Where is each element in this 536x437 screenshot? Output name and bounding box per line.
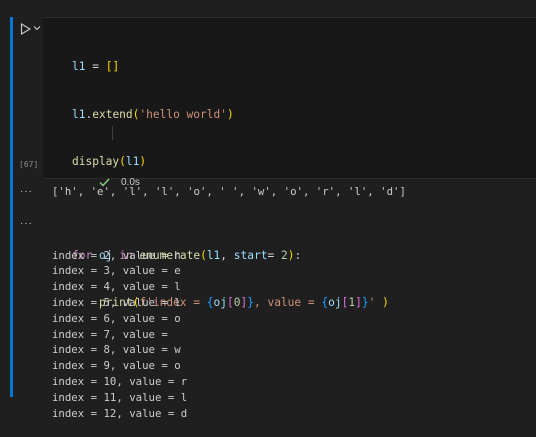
output-line: index = 6, value = o xyxy=(52,311,181,325)
code-token: = xyxy=(267,248,281,262)
code-token: l1 xyxy=(206,248,221,262)
code-token: extend xyxy=(92,107,133,121)
top-strip xyxy=(0,0,536,17)
code-token: , xyxy=(220,248,234,262)
play-icon xyxy=(20,23,31,35)
code-token: ( xyxy=(200,248,207,262)
output-line: index = 11, value = l xyxy=(52,390,188,404)
code-token: ] xyxy=(355,295,362,309)
code-token: oj xyxy=(213,295,227,309)
code-token: { xyxy=(206,295,214,309)
output-line: index = 12, value = d xyxy=(52,406,188,420)
code-line[interactable]: display(l1) xyxy=(72,154,389,170)
code-token: [ xyxy=(226,295,234,309)
output-line: index = 4, value = l xyxy=(52,280,181,294)
code-token: display xyxy=(72,154,120,168)
code-token: ) xyxy=(226,107,234,121)
output-line: index = 10, value = r xyxy=(52,374,188,388)
code-token: ) xyxy=(382,295,389,309)
code-line[interactable]: l1 = [] xyxy=(72,59,389,75)
code-token: = xyxy=(85,60,106,74)
code-token: 'hello world' xyxy=(139,107,227,121)
output-line: index = 5, value = l xyxy=(52,295,181,309)
code-token: start xyxy=(233,248,268,262)
output-line: index = 3, value = e xyxy=(52,264,181,278)
output-actions-ellipsis[interactable]: ··· xyxy=(20,218,33,229)
output-line: index = 8, value = w xyxy=(52,343,181,357)
code-token: : xyxy=(294,248,302,262)
output-line: index = 9, value = o xyxy=(52,359,181,373)
code-token: l1 xyxy=(72,60,86,74)
output-line: index = 7, value = xyxy=(52,327,181,341)
code-token: } xyxy=(361,295,369,309)
output-actions-ellipsis[interactable]: ··· xyxy=(20,186,33,197)
code-token: oj xyxy=(328,295,342,309)
code-token: l1 xyxy=(72,107,86,121)
cell-focus-indicator xyxy=(10,17,13,397)
display-output: ['h', 'e', 'l', 'l', 'o', ' ', 'w', 'o',… xyxy=(52,185,406,198)
code-token: [] xyxy=(105,60,120,74)
output-line: index = 2, value = h xyxy=(52,248,181,262)
code-line[interactable]: l1.extend('hello world') xyxy=(72,107,389,123)
run-options-dropdown[interactable] xyxy=(33,24,41,32)
execution-count: [67] xyxy=(19,160,39,169)
chevron-down-icon xyxy=(33,26,41,31)
print-output: index = 2, value = h index = 3, value = e… xyxy=(52,216,187,437)
code-token: ) xyxy=(139,154,147,168)
code-token: 2 xyxy=(280,248,288,262)
code-token: } xyxy=(247,295,254,309)
code-line[interactable] xyxy=(72,201,389,217)
code-token: , value = xyxy=(253,295,322,309)
code-editor[interactable]: l1 = [] l1.extend('hello world') display… xyxy=(43,17,536,309)
run-cell-button[interactable] xyxy=(18,22,32,36)
code-token: ( xyxy=(119,154,126,168)
code-token: l1 xyxy=(125,154,140,168)
